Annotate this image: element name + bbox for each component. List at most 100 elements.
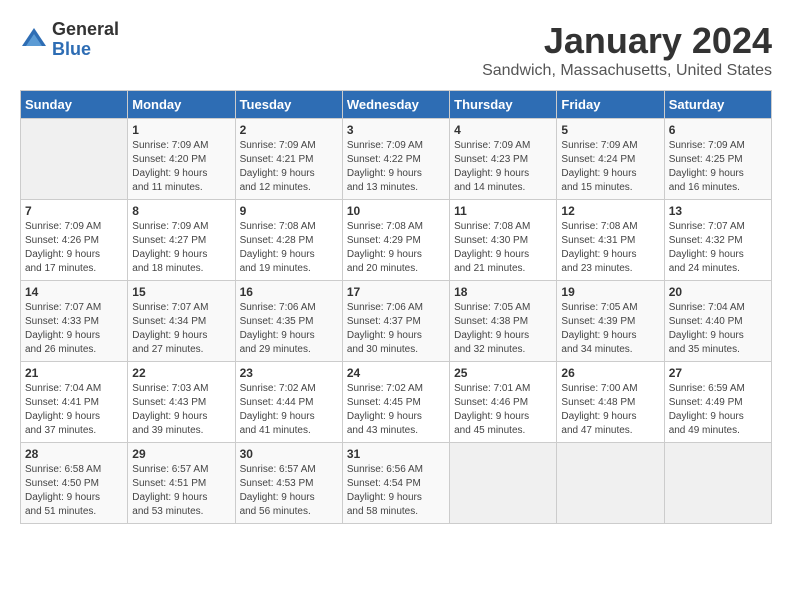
- day-cell: 6 Sunrise: 7:09 AMSunset: 4:25 PMDaylight…: [664, 119, 771, 200]
- day-info: Sunrise: 7:09 AMSunset: 4:25 PMDaylight:…: [669, 139, 767, 195]
- day-cell: 26Sunrise: 7:00 AMSunset: 4:48 PMDayligh…: [557, 362, 664, 443]
- day-info: Sunrise: 7:05 AMSunset: 4:39 PMDaylight:…: [561, 301, 659, 357]
- day-cell: 1Sunrise: 7:09 AMSunset: 4:20 PMDaylight…: [128, 119, 235, 200]
- day-number: 5: [561, 123, 659, 137]
- day-cell: 28 Sunrise: 6:58 AMSunset: 4:50 PMDayligh…: [21, 443, 128, 524]
- day-cell: 23 Sunrise: 7:02 AMSunset: 4:44 PMDayligh…: [235, 362, 342, 443]
- day-number: 28: [25, 447, 123, 461]
- day-info: Sunrise: 6:57 AMSunset: 4:53 PMDaylight:…: [240, 463, 338, 519]
- day-number: 4: [454, 123, 552, 137]
- day-number: 26: [561, 366, 659, 380]
- day-info: Sunrise: 6:58 AMSunset: 4:50 PMDaylight:…: [25, 463, 123, 519]
- day-number: 9: [240, 204, 338, 218]
- day-cell: 27 Sunrise: 6:59 AMSunset: 4:49 PMDayligh…: [664, 362, 771, 443]
- weekday-header-saturday: Saturday: [664, 91, 771, 119]
- day-info: Sunrise: 6:56 AMSunset: 4:54 PMDaylight:…: [347, 463, 445, 519]
- day-cell: 3Sunrise: 7:09 AMSunset: 4:22 PMDaylight…: [342, 119, 449, 200]
- day-info: Sunrise: 7:06 AMSunset: 4:35 PMDaylight:…: [240, 301, 338, 357]
- logo-icon: [20, 26, 48, 54]
- day-cell: 22 Sunrise: 7:03 AMSunset: 4:43 PMDayligh…: [128, 362, 235, 443]
- day-info: Sunrise: 7:02 AMSunset: 4:45 PMDaylight:…: [347, 382, 445, 438]
- weekday-header-row: SundayMondayTuesdayWednesdayThursdayFrid…: [21, 91, 772, 119]
- logo-text: General Blue: [52, 20, 119, 60]
- day-info: Sunrise: 7:06 AMSunset: 4:37 PMDaylight:…: [347, 301, 445, 357]
- day-info: Sunrise: 7:07 AMSunset: 4:32 PMDaylight:…: [669, 220, 767, 276]
- day-info: Sunrise: 7:03 AMSunset: 4:43 PMDaylight:…: [132, 382, 230, 438]
- day-info: Sunrise: 7:04 AMSunset: 4:40 PMDaylight:…: [669, 301, 767, 357]
- logo: General Blue: [20, 20, 119, 60]
- day-info: Sunrise: 7:08 AMSunset: 4:29 PMDaylight:…: [347, 220, 445, 276]
- day-number: 19: [561, 285, 659, 299]
- day-cell: 19 Sunrise: 7:05 AMSunset: 4:39 PMDayligh…: [557, 281, 664, 362]
- day-info: Sunrise: 7:09 AMSunset: 4:21 PMDaylight:…: [240, 139, 338, 195]
- weekday-header-tuesday: Tuesday: [235, 91, 342, 119]
- day-number: 15: [132, 285, 230, 299]
- day-cell: 30 Sunrise: 6:57 AMSunset: 4:53 PMDayligh…: [235, 443, 342, 524]
- day-info: Sunrise: 6:59 AMSunset: 4:49 PMDaylight:…: [669, 382, 767, 438]
- day-cell: 2Sunrise: 7:09 AMSunset: 4:21 PMDaylight…: [235, 119, 342, 200]
- week-row-4: 21 Sunrise: 7:04 AMSunset: 4:41 PMDayligh…: [21, 362, 772, 443]
- day-number: 14: [25, 285, 123, 299]
- day-cell: 18Sunrise: 7:05 AMSunset: 4:38 PMDayligh…: [450, 281, 557, 362]
- day-number: 25: [454, 366, 552, 380]
- day-cell: [450, 443, 557, 524]
- month-title: January 2024: [482, 20, 772, 62]
- day-cell: 11 Sunrise: 7:08 AMSunset: 4:30 PMDayligh…: [450, 200, 557, 281]
- day-cell: 20Sunrise: 7:04 AMSunset: 4:40 PMDayligh…: [664, 281, 771, 362]
- day-cell: [664, 443, 771, 524]
- logo-blue: Blue: [52, 40, 119, 60]
- day-number: 17: [347, 285, 445, 299]
- day-number: 6: [669, 123, 767, 137]
- day-info: Sunrise: 7:04 AMSunset: 4:41 PMDaylight:…: [25, 382, 123, 438]
- weekday-header-friday: Friday: [557, 91, 664, 119]
- day-info: Sunrise: 7:07 AMSunset: 4:34 PMDaylight:…: [132, 301, 230, 357]
- day-number: 21: [25, 366, 123, 380]
- day-cell: 25 Sunrise: 7:01 AMSunset: 4:46 PMDayligh…: [450, 362, 557, 443]
- day-number: 27: [669, 366, 767, 380]
- day-cell: 9 Sunrise: 7:08 AMSunset: 4:28 PMDaylight…: [235, 200, 342, 281]
- calendar-table: SundayMondayTuesdayWednesdayThursdayFrid…: [20, 90, 772, 524]
- day-info: Sunrise: 7:07 AMSunset: 4:33 PMDaylight:…: [25, 301, 123, 357]
- day-number: 24: [347, 366, 445, 380]
- day-info: Sunrise: 7:01 AMSunset: 4:46 PMDaylight:…: [454, 382, 552, 438]
- day-number: 10: [347, 204, 445, 218]
- day-info: Sunrise: 7:02 AMSunset: 4:44 PMDaylight:…: [240, 382, 338, 438]
- weekday-header-monday: Monday: [128, 91, 235, 119]
- day-number: 7: [25, 204, 123, 218]
- logo-general: General: [52, 20, 119, 40]
- day-cell: [557, 443, 664, 524]
- header: General Blue January 2024 Sandwich, Mass…: [20, 20, 772, 80]
- week-row-2: 7Sunrise: 7:09 AMSunset: 4:26 PMDaylight…: [21, 200, 772, 281]
- day-number: 11: [454, 204, 552, 218]
- day-cell: 8 Sunrise: 7:09 AMSunset: 4:27 PMDaylight…: [128, 200, 235, 281]
- day-info: Sunrise: 7:09 AMSunset: 4:27 PMDaylight:…: [132, 220, 230, 276]
- day-number: 23: [240, 366, 338, 380]
- day-info: Sunrise: 7:08 AMSunset: 4:28 PMDaylight:…: [240, 220, 338, 276]
- day-info: Sunrise: 7:09 AMSunset: 4:23 PMDaylight:…: [454, 139, 552, 195]
- day-info: Sunrise: 7:09 AMSunset: 4:24 PMDaylight:…: [561, 139, 659, 195]
- day-cell: 24 Sunrise: 7:02 AMSunset: 4:45 PMDayligh…: [342, 362, 449, 443]
- day-number: 8: [132, 204, 230, 218]
- title-area: January 2024 Sandwich, Massachusetts, Un…: [482, 20, 772, 80]
- day-number: 13: [669, 204, 767, 218]
- day-info: Sunrise: 6:57 AMSunset: 4:51 PMDaylight:…: [132, 463, 230, 519]
- day-cell: 4 Sunrise: 7:09 AMSunset: 4:23 PMDaylight…: [450, 119, 557, 200]
- day-info: Sunrise: 7:08 AMSunset: 4:30 PMDaylight:…: [454, 220, 552, 276]
- day-cell: 13 Sunrise: 7:07 AMSunset: 4:32 PMDayligh…: [664, 200, 771, 281]
- day-info: Sunrise: 7:09 AMSunset: 4:22 PMDaylight:…: [347, 139, 445, 195]
- weekday-header-sunday: Sunday: [21, 91, 128, 119]
- day-number: 18: [454, 285, 552, 299]
- day-number: 30: [240, 447, 338, 461]
- weekday-header-wednesday: Wednesday: [342, 91, 449, 119]
- day-info: Sunrise: 7:09 AMSunset: 4:20 PMDaylight:…: [132, 139, 230, 195]
- day-cell: 31Sunrise: 6:56 AMSunset: 4:54 PMDayligh…: [342, 443, 449, 524]
- day-cell: 21 Sunrise: 7:04 AMSunset: 4:41 PMDayligh…: [21, 362, 128, 443]
- day-number: 16: [240, 285, 338, 299]
- day-info: Sunrise: 7:08 AMSunset: 4:31 PMDaylight:…: [561, 220, 659, 276]
- day-cell: [21, 119, 128, 200]
- day-cell: 17 Sunrise: 7:06 AMSunset: 4:37 PMDayligh…: [342, 281, 449, 362]
- day-cell: 12Sunrise: 7:08 AMSunset: 4:31 PMDayligh…: [557, 200, 664, 281]
- weekday-header-thursday: Thursday: [450, 91, 557, 119]
- day-number: 22: [132, 366, 230, 380]
- week-row-5: 28 Sunrise: 6:58 AMSunset: 4:50 PMDayligh…: [21, 443, 772, 524]
